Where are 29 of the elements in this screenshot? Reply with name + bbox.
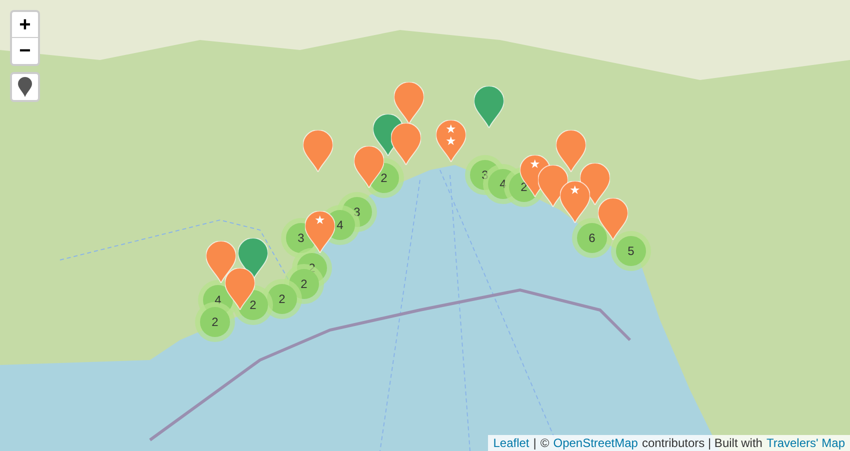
map-marker[interactable] — [538, 165, 568, 207]
attribution-text: contributors | Built with — [642, 435, 762, 451]
cluster-marker[interactable]: 5 — [616, 236, 646, 266]
map-marker[interactable] — [206, 241, 236, 283]
attribution-link[interactable]: OpenStreetMap — [553, 435, 638, 451]
attribution-link[interactable]: Travelers' Map — [766, 435, 845, 451]
map-marker[interactable] — [238, 238, 268, 280]
attribution-text: © — [540, 435, 550, 451]
map-marker[interactable] — [474, 86, 504, 128]
cluster-marker[interactable]: 6 — [577, 223, 607, 253]
star-symbol: ★★ — [445, 123, 457, 147]
cluster-marker[interactable]: 2 — [267, 284, 297, 314]
map-pin-icon — [18, 77, 32, 97]
attribution-text: | — [533, 435, 536, 451]
map-marker[interactable] — [303, 130, 333, 172]
marker-filter-button[interactable] — [10, 72, 40, 102]
star-symbol: ★ — [529, 158, 541, 170]
zoom-in-button[interactable]: + — [12, 12, 38, 38]
map-marker[interactable] — [556, 130, 586, 172]
star-symbol: ★ — [314, 214, 326, 226]
star-symbol: ★ — [569, 184, 581, 196]
attribution-link[interactable]: Leaflet — [493, 435, 530, 451]
cluster-marker[interactable]: 2 — [200, 307, 230, 337]
map-marker[interactable] — [391, 123, 421, 165]
map-marker[interactable] — [394, 82, 424, 124]
zoom-out-button[interactable]: − — [12, 38, 38, 64]
map-marker[interactable] — [580, 163, 610, 205]
map-marker[interactable] — [598, 198, 628, 240]
map-marker[interactable] — [225, 268, 255, 310]
